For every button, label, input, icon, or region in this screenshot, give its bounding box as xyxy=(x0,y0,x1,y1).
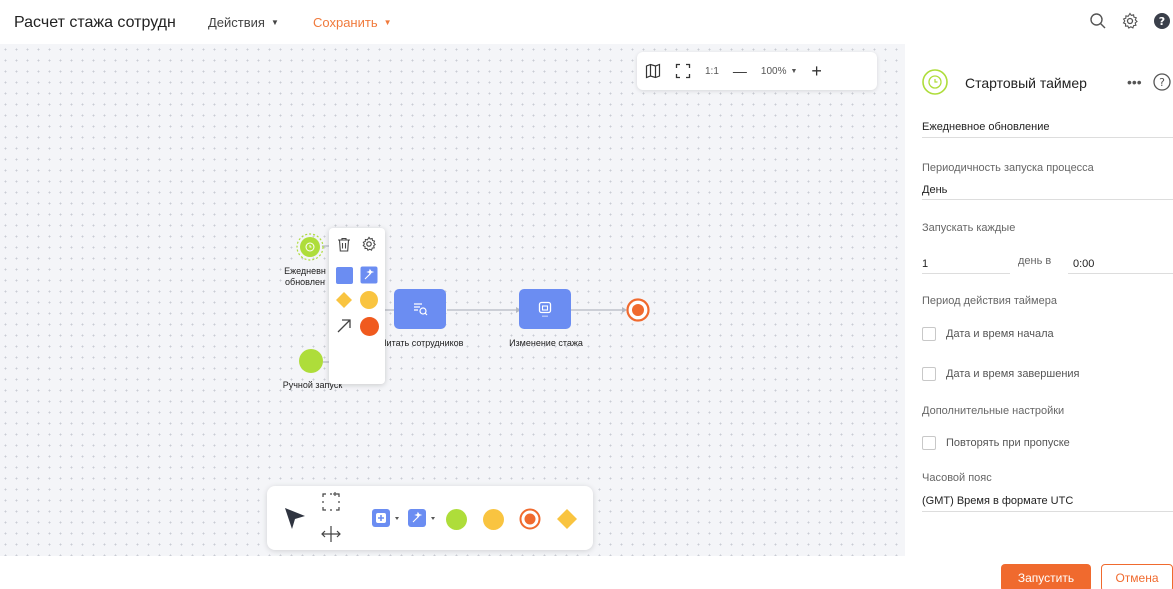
periodicity-select[interactable]: День xyxy=(922,184,947,196)
divider xyxy=(922,511,1173,512)
svg-text:?: ? xyxy=(1159,76,1165,89)
checkbox-box xyxy=(922,367,936,381)
space-tool-icon[interactable] xyxy=(319,522,343,546)
start-event-icon[interactable] xyxy=(445,508,467,530)
script-task-icon[interactable] xyxy=(359,265,379,285)
search-icon[interactable] xyxy=(1087,10,1109,32)
end-event-icon[interactable] xyxy=(519,508,541,530)
repeat-missed-checkbox[interactable]: Повторять при пропуске xyxy=(922,436,1070,450)
divider xyxy=(922,137,1173,138)
start-datetime-checkbox[interactable]: Дата и время начала xyxy=(922,327,1054,341)
time-input[interactable]: 0:00 xyxy=(1073,258,1094,270)
svg-text:?: ? xyxy=(1159,15,1165,28)
run-every-input[interactable]: 1 xyxy=(922,258,928,270)
lasso-select-icon[interactable] xyxy=(319,490,343,514)
run-button[interactable]: Запустить xyxy=(1001,564,1091,589)
repeat-missed-label: Повторять при пропуске xyxy=(946,437,1070,449)
divider xyxy=(922,199,1173,200)
end-event-icon[interactable] xyxy=(359,316,379,336)
task-shape-icon[interactable] xyxy=(334,265,354,285)
timer-node-label: Ежедневн обновлен xyxy=(284,266,326,287)
read-task-label: Читать сотрудников xyxy=(380,338,464,348)
intermediate-event-icon[interactable] xyxy=(482,508,504,530)
extra-settings-label: Дополнительные настройки xyxy=(922,405,1065,417)
change-seniority-task[interactable] xyxy=(519,289,571,329)
end-datetime-label: Дата и время завершения xyxy=(946,368,1080,380)
run-every-label: Запускать каждые xyxy=(922,222,1016,234)
timer-start-node[interactable] xyxy=(296,233,324,261)
change-task-label: Изменение стажа xyxy=(509,338,583,348)
save-menu-label: Сохранить xyxy=(313,15,378,30)
gateway-icon[interactable] xyxy=(556,508,578,530)
actions-menu[interactable]: Действия ▼ xyxy=(208,15,279,30)
node-context-menu xyxy=(329,228,385,384)
more-icon[interactable]: ••• xyxy=(1127,74,1142,90)
period-label: Период действия таймера xyxy=(922,295,1057,307)
read-data-icon xyxy=(414,303,428,316)
add-script-task-icon[interactable] xyxy=(407,508,437,528)
start-datetime-label: Дата и время начала xyxy=(946,328,1054,340)
timer-icon xyxy=(922,69,948,100)
intermediate-event-icon[interactable] xyxy=(359,290,379,310)
save-menu[interactable]: Сохранить ▼ xyxy=(313,15,392,30)
checkbox-box xyxy=(922,436,936,450)
checkbox-box xyxy=(922,327,936,341)
panel-title: Стартовый таймер xyxy=(965,75,1087,91)
actions-menu-label: Действия xyxy=(208,15,265,30)
process-title[interactable]: Расчет стажа сотрудн xyxy=(14,14,176,32)
read-employees-task[interactable] xyxy=(394,289,446,329)
timer-name-field[interactable]: Ежедневное обновление xyxy=(922,121,1049,133)
timezone-label: Часовой пояс xyxy=(922,472,992,484)
footer-bar: Запустить Отмена xyxy=(0,556,1173,589)
end-node[interactable] xyxy=(626,298,650,322)
divider xyxy=(922,273,1010,274)
element-palette xyxy=(267,486,593,550)
header-icons: ? xyxy=(1087,10,1173,32)
update-data-icon xyxy=(538,301,552,317)
timezone-select[interactable]: (GMT) Время в формате UTC xyxy=(922,495,1073,507)
cancel-button[interactable]: Отмена xyxy=(1101,564,1173,589)
day-at-label: день в xyxy=(1018,255,1052,267)
diagram-canvas[interactable]: 1:1 — 100% ▼ + Ежедневн обновлен Ручной … xyxy=(0,44,905,556)
help-icon[interactable]: ? xyxy=(1153,73,1171,96)
periodicity-label: Периодичность запуска процесса xyxy=(922,162,1094,174)
end-datetime-checkbox[interactable]: Дата и время завершения xyxy=(922,367,1080,381)
arrow-icon[interactable] xyxy=(334,316,354,336)
gear-icon[interactable] xyxy=(1119,10,1141,32)
chevron-down-icon: ▼ xyxy=(270,18,279,27)
app-root: Расчет стажа сотрудн Действия ▼ Сохранит… xyxy=(0,0,1173,589)
gateway-shape-icon[interactable] xyxy=(334,290,354,310)
chevron-down-icon: ▼ xyxy=(383,18,392,27)
manual-start-node[interactable] xyxy=(299,349,323,373)
top-header: Расчет стажа сотрудн Действия ▼ Сохранит… xyxy=(0,0,1173,44)
properties-panel: Стартовый таймер ••• ? Ежедневное обновл… xyxy=(910,44,1173,556)
pointer-icon[interactable] xyxy=(281,504,309,532)
divider xyxy=(1068,273,1173,274)
add-task-icon[interactable] xyxy=(371,508,401,528)
diagram-connectors xyxy=(322,245,627,363)
trash-icon[interactable] xyxy=(334,234,354,254)
gear-icon[interactable] xyxy=(359,234,379,254)
help-icon[interactable]: ? xyxy=(1151,10,1173,32)
